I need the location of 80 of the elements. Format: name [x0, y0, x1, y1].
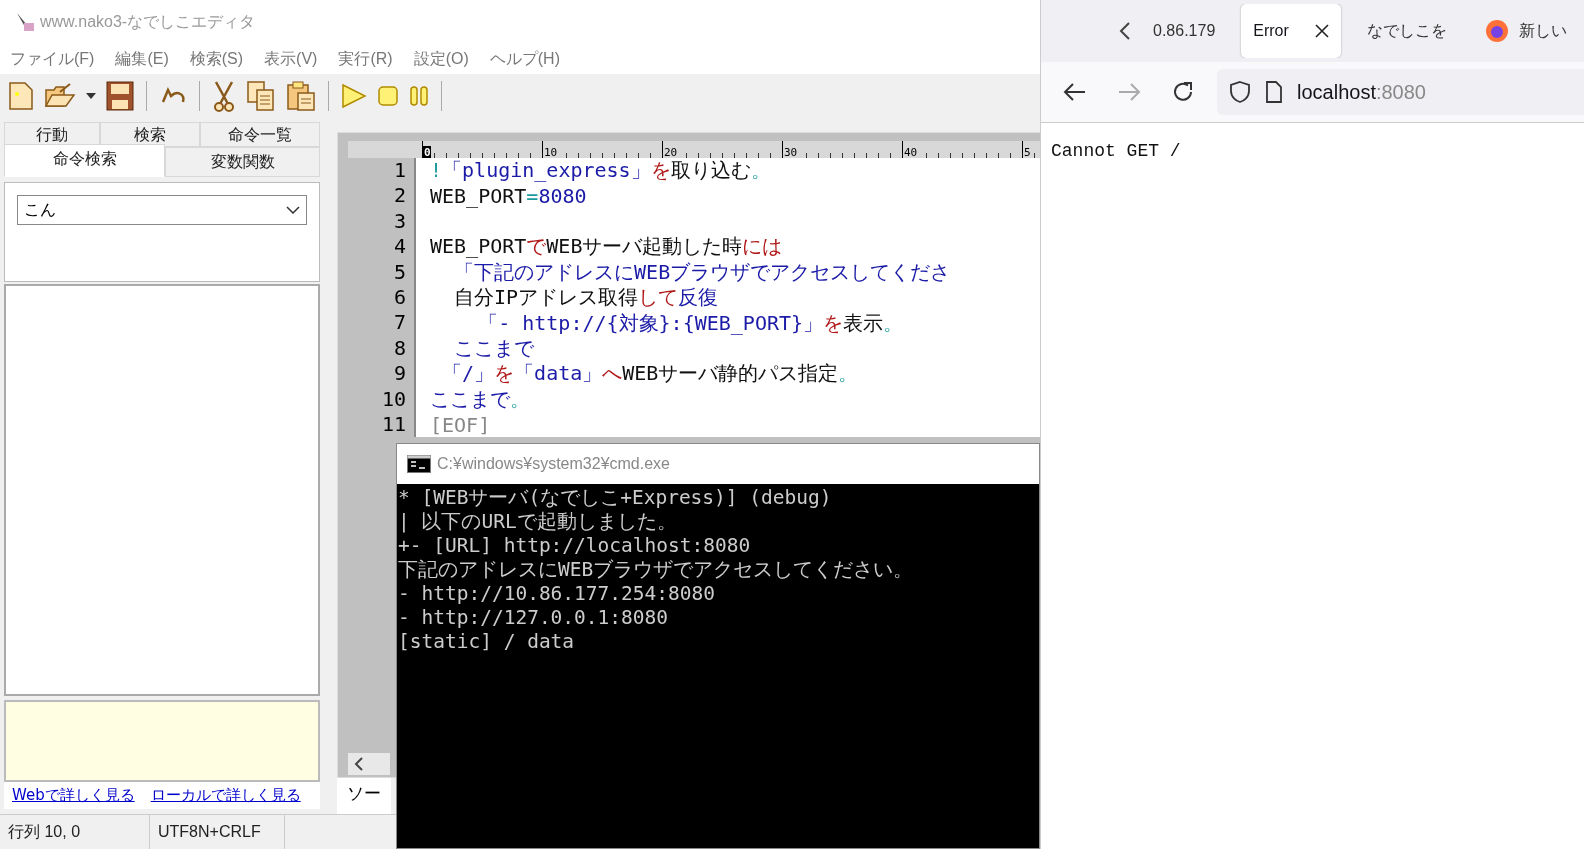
browser-tab[interactable]: 0.86.179 [1141, 4, 1228, 58]
back-icon[interactable] [1063, 82, 1087, 102]
code-line: ここまで。 [429, 385, 530, 413]
menu-item[interactable]: 編集(E) [115, 48, 169, 70]
address-bar[interactable]: localhost:8080 [1217, 69, 1584, 115]
panel-tab[interactable]: 変数関数 [165, 147, 320, 177]
line-number: 11 [348, 411, 416, 438]
code-editor[interactable] [348, 141, 1040, 438]
horizontal-scrollbar[interactable] [348, 753, 390, 775]
code-line: [EOF] [429, 412, 491, 437]
ruler-number: 5 [1023, 146, 1031, 158]
paste-icon[interactable] [286, 80, 316, 112]
console-line: [static] / data [398, 630, 576, 654]
dropdown-caret-icon[interactable] [86, 93, 96, 99]
line-number: 10 [348, 386, 416, 412]
ruler-number: 20 [663, 146, 678, 158]
page-error-text: Cannot GET / [1051, 141, 1181, 161]
line-number: 9 [348, 361, 416, 387]
console-line: * [WEBサーバ(なでしこ+Express)] (debug) [398, 486, 833, 510]
help-link[interactable]: Webで詳しく見る [12, 786, 135, 805]
new-file-icon[interactable] [8, 81, 34, 111]
menu-item[interactable]: 実行(R) [338, 48, 393, 70]
console-line: - http://127.0.0.1:8080 [398, 606, 670, 630]
code-line: ここまで [453, 334, 535, 362]
window-title: C:¥windows¥system32¥cmd.exe [437, 455, 670, 473]
save-icon[interactable] [106, 81, 134, 111]
menu-item[interactable]: ファイル(F) [10, 48, 95, 70]
reload-icon[interactable] [1171, 80, 1195, 104]
line-number: 1 [348, 158, 416, 184]
ruler-number: 40 [903, 146, 918, 158]
console-app-icon [407, 455, 431, 473]
status-field: 行列 10, 0 [0, 815, 150, 849]
forward-icon [1117, 82, 1141, 102]
line-number: 5 [348, 259, 416, 285]
line-number: 8 [348, 335, 416, 362]
open-folder-icon[interactable] [44, 82, 76, 110]
run-icon[interactable] [341, 83, 367, 109]
pause-icon[interactable] [409, 85, 429, 107]
menu-item[interactable]: 設定(O) [413, 48, 469, 70]
console-line: - http://10.86.177.254:8080 [398, 582, 716, 606]
scissors-icon[interactable] [212, 80, 236, 112]
browser-tab[interactable]: 新しい [1472, 4, 1579, 58]
line-number: 6 [348, 284, 416, 311]
ruler-number: 0 [423, 146, 431, 158]
menu-item[interactable]: 検索(S) [189, 48, 244, 70]
menu-item[interactable]: ヘルプ(H) [489, 48, 560, 70]
scroll-left-icon[interactable] [354, 757, 364, 771]
shield-icon[interactable] [1229, 80, 1251, 104]
source-tab[interactable]: ソー [337, 778, 391, 814]
close-icon[interactable] [1314, 24, 1329, 38]
copy-icon[interactable] [246, 80, 276, 112]
console-line: | 以下のURLで起動しました。 [398, 510, 678, 534]
panel-tab[interactable]: 命令一覧 [200, 122, 320, 147]
search-combobox[interactable]: こん [17, 195, 307, 225]
code-line: 自分IPアドレス取得して反復 [453, 284, 719, 312]
line-number: 2 [348, 183, 416, 209]
ruler-number: 10 [543, 146, 558, 158]
chevron-down-icon[interactable] [286, 206, 300, 214]
code-line: 「下記のアドレスにWEBブラウザでアクセスしてくださ [453, 258, 951, 286]
browser-tab[interactable]: Error [1241, 4, 1341, 58]
ruler-number: 30 [783, 146, 798, 158]
tab-scroll-left-icon[interactable] [1119, 21, 1131, 41]
code-line: 「- http://{対象}:{WEB_PORT}」を表示。 [477, 309, 904, 337]
window-title: www.nako3-なでしこエディタ [40, 11, 256, 32]
browser-tab[interactable]: なでしこを [1354, 4, 1459, 58]
console-line: +- [URL] http://localhost:8080 [398, 534, 752, 558]
menu-item[interactable]: 表示(V) [264, 48, 318, 70]
code-line: WEB_PORT=8080 [429, 184, 587, 209]
status-field: UTF8N+CRLF [150, 815, 285, 849]
line-number: 7 [348, 310, 416, 336]
browser-logo-icon [1484, 19, 1509, 43]
line-number: 4 [348, 234, 416, 260]
code-line: WEB_PORTでWEBサーバ起動した時には [429, 233, 783, 261]
page-icon [1265, 81, 1283, 103]
line-number: 3 [348, 208, 416, 235]
console-line: 下記のアドレスにWEBブラウザでアクセスしてください。 [398, 558, 915, 582]
code-line: 「/」を「data」へWEBサーバ静的パス指定。 [441, 360, 859, 388]
help-link[interactable]: ローカルで詳しく見る [150, 786, 301, 805]
panel-tab[interactable]: 命令検索 [4, 144, 165, 177]
code-line: !「plugin_express」を取り込む。 [429, 157, 771, 185]
